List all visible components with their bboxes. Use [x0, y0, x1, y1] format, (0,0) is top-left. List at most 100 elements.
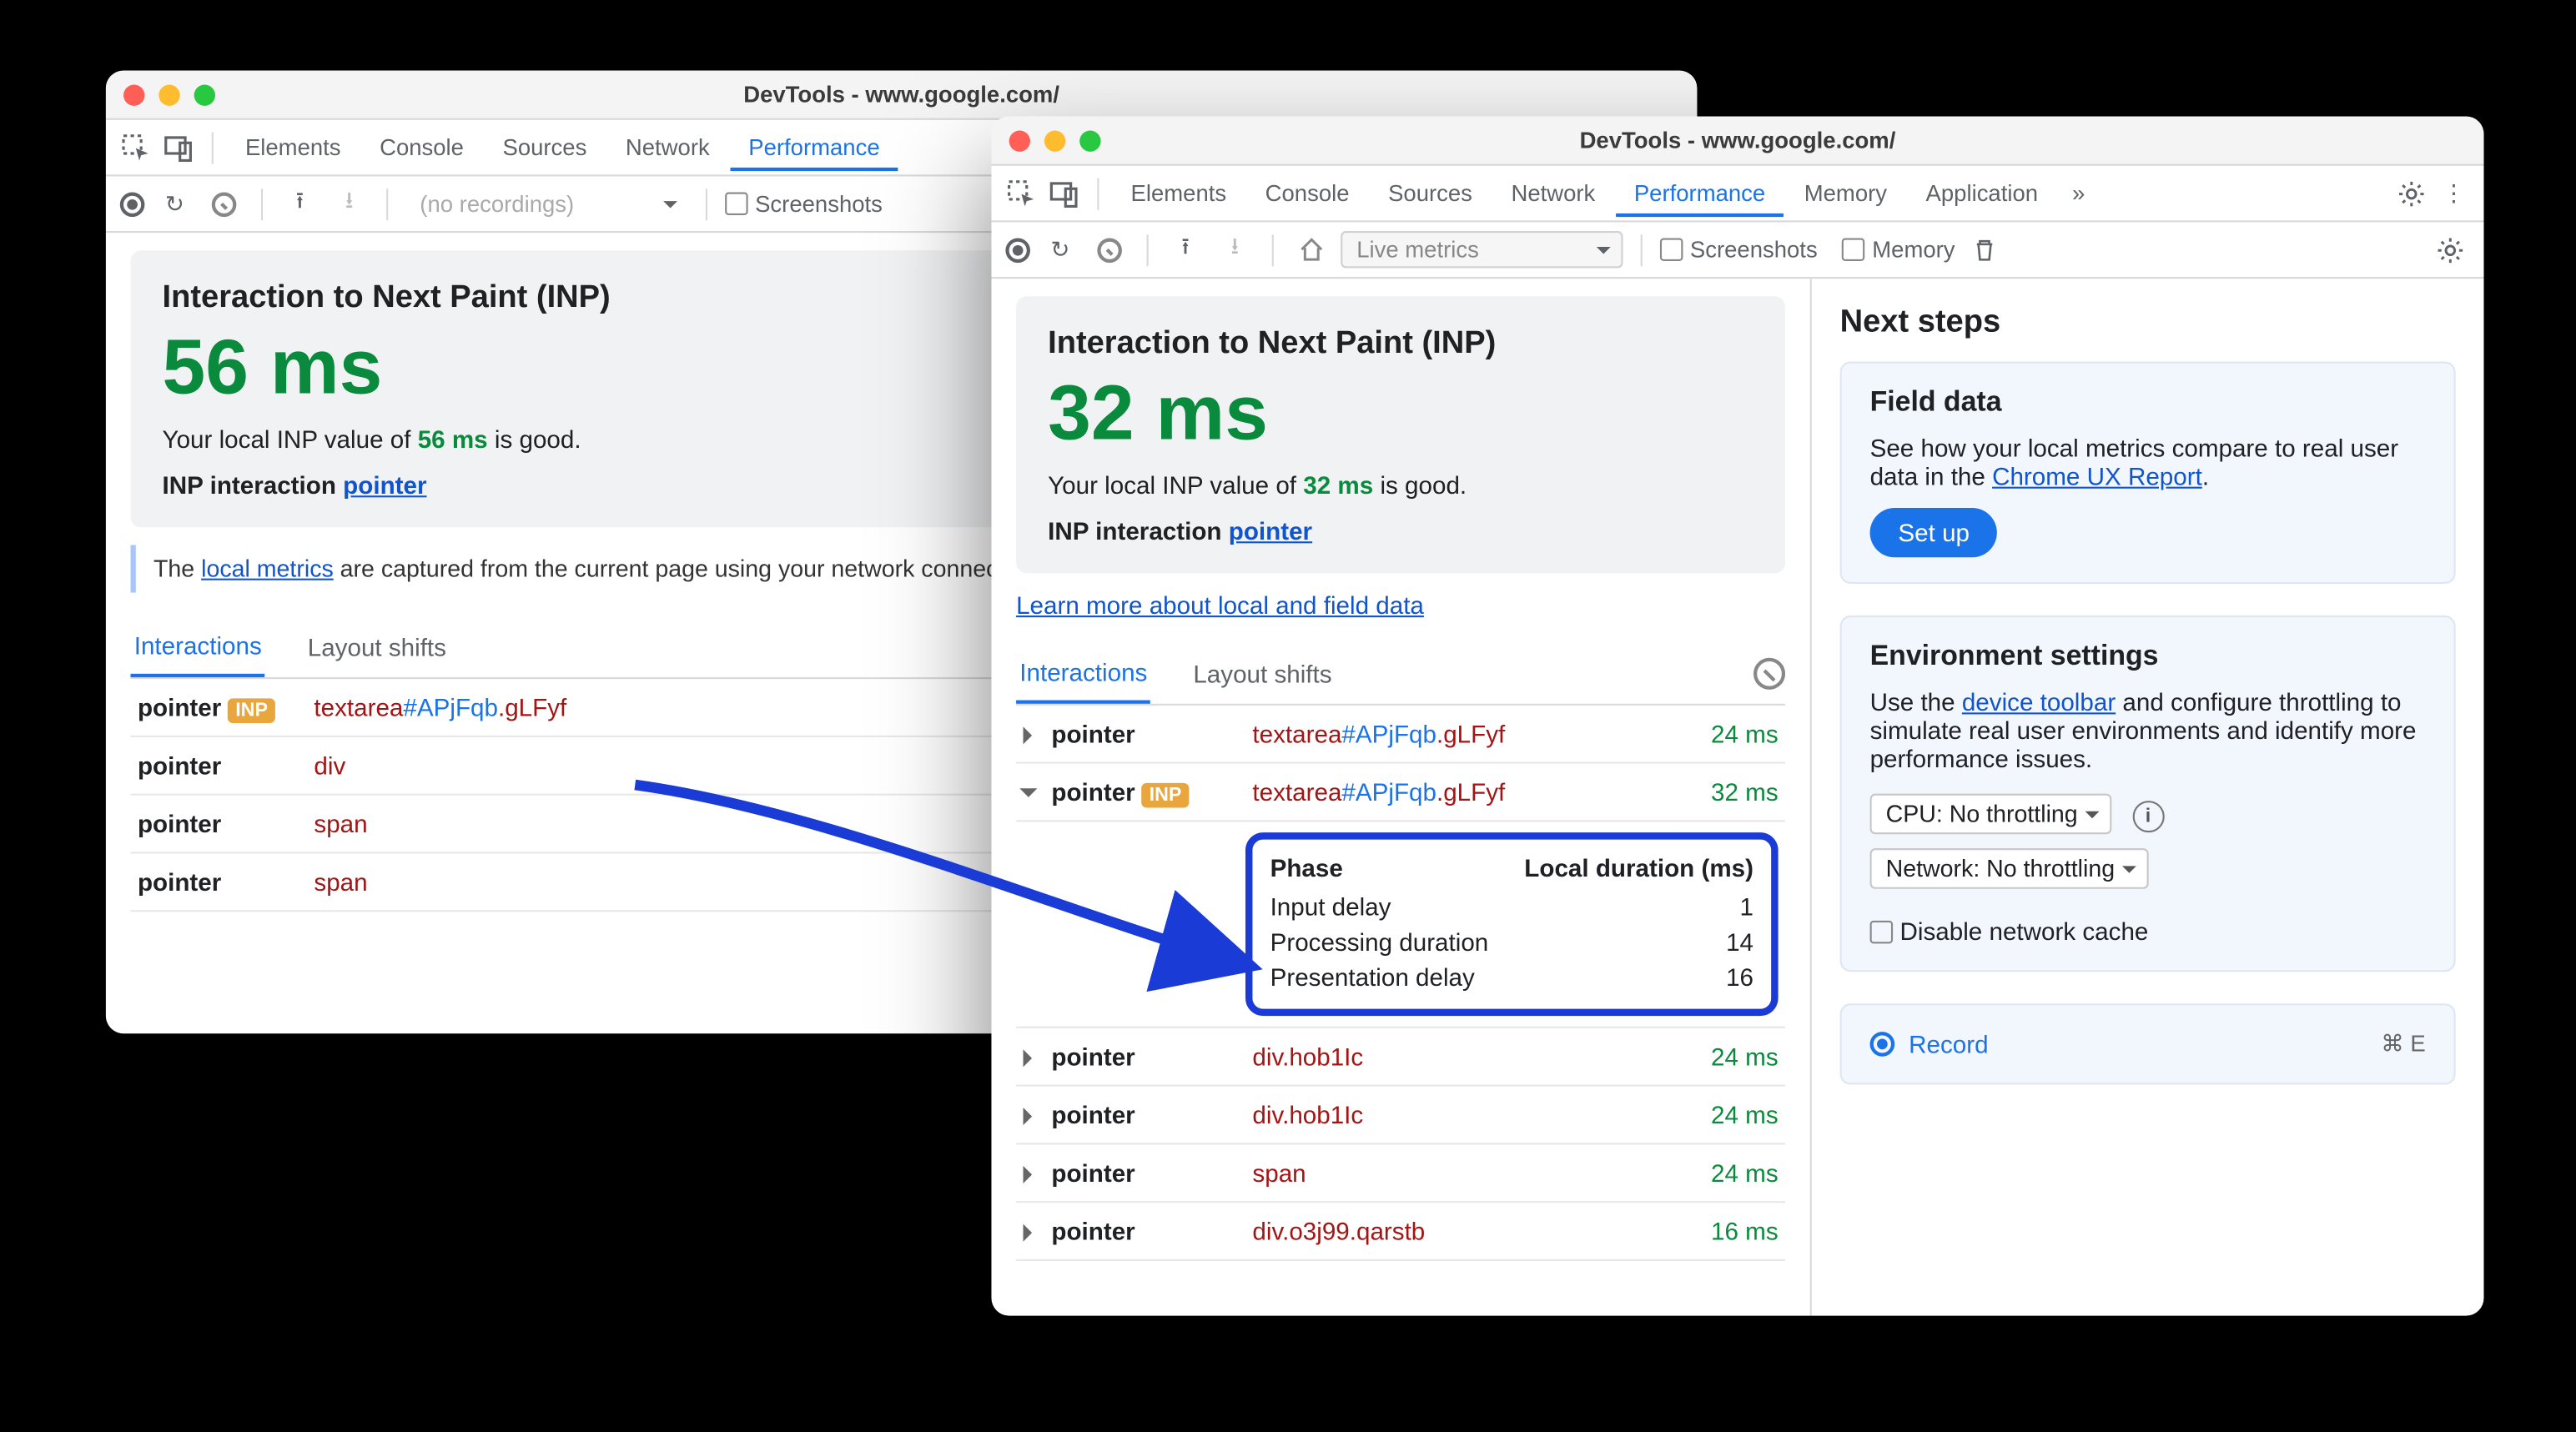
table-row[interactable]: pointer div.o3j99.qarstb 16 ms — [1016, 1203, 1785, 1261]
tab-interactions[interactable]: Interactions — [1016, 645, 1151, 705]
next-steps-panel: Next steps Field data See how your local… — [1810, 279, 2484, 1315]
phase-breakdown: PhaseLocal duration (ms) Input delay1 Pr… — [1245, 833, 1779, 1017]
inspect-icon[interactable] — [117, 128, 156, 167]
inp-badge: INP — [1142, 784, 1189, 809]
record-label[interactable]: Record — [1909, 1030, 1988, 1058]
env-settings-text: Use the device toolbar and configure thr… — [1870, 688, 2426, 773]
zoom-icon[interactable] — [194, 83, 215, 104]
panel-settings-icon[interactable] — [2431, 230, 2470, 269]
learn-more-link[interactable]: Learn more about local and field data — [1016, 591, 1424, 620]
window-title: DevTools - www.google.com/ — [106, 81, 1697, 108]
screenshots-checkbox[interactable]: Screenshots — [725, 190, 883, 217]
setup-button[interactable]: Set up — [1870, 508, 1998, 557]
tab-network[interactable]: Network — [608, 123, 727, 171]
perf-toolbar: ↻ ⭱ ⭳ Live metrics Screenshots Memory — [991, 222, 2483, 279]
recording-select[interactable]: (no recordings) — [405, 187, 687, 220]
tab-application[interactable]: Application — [1908, 169, 2055, 217]
record-card: Record ⌘ E — [1840, 1003, 2456, 1084]
devtools-window-right: DevTools - www.google.com/ Elements Cons… — [991, 117, 2483, 1316]
env-settings-card: Environment settings Use the device tool… — [1840, 616, 2456, 972]
record-icon[interactable] — [1005, 237, 1030, 262]
chevron-right-icon[interactable] — [1024, 1108, 1041, 1126]
screenshots-checkbox[interactable]: Screenshots — [1660, 236, 1818, 263]
local-metrics-link[interactable]: local metrics — [201, 556, 334, 583]
clear-icon[interactable] — [204, 184, 244, 224]
field-data-card: Field data See how your local metrics co… — [1840, 362, 2456, 584]
table-row[interactable]: pointer textarea#APjFqb.gLFyf 24 ms — [1016, 706, 1785, 764]
tab-interactions[interactable]: Interactions — [130, 618, 265, 678]
table-row[interactable]: pointer div.hob1Ic 24 ms — [1016, 1028, 1785, 1087]
trash-icon[interactable] — [1965, 230, 2005, 269]
minimize-icon[interactable] — [1044, 129, 1065, 150]
tab-elements[interactable]: Elements — [1113, 169, 1244, 217]
network-throttle-select[interactable]: Network: No throttling — [1870, 848, 2149, 889]
zoom-icon[interactable] — [1079, 129, 1100, 150]
tab-memory[interactable]: Memory — [1787, 169, 1905, 217]
live-metrics-select[interactable]: Live metrics — [1341, 231, 1623, 268]
tab-console[interactable]: Console — [362, 123, 481, 171]
memory-checkbox[interactable]: Memory — [1842, 236, 1955, 263]
tab-performance[interactable]: Performance — [731, 123, 898, 171]
crux-link[interactable]: Chrome UX Report — [1992, 462, 2202, 490]
reload-icon[interactable]: ↻ — [155, 184, 194, 224]
field-data-title: Field data — [1870, 388, 2426, 420]
table-row[interactable]: pointer span 24 ms — [1016, 1144, 1785, 1203]
clear-icon[interactable] — [1090, 230, 1130, 269]
upload-icon[interactable]: ⭱ — [280, 184, 319, 224]
record-dot-icon[interactable] — [1870, 1032, 1895, 1057]
info-icon[interactable]: i — [2132, 801, 2164, 832]
download-icon[interactable]: ⭳ — [1215, 230, 1255, 269]
env-settings-title: Environment settings — [1870, 642, 2426, 674]
tab-performance[interactable]: Performance — [1617, 169, 1784, 217]
table-row[interactable]: pointer div.hob1Ic 24 ms — [1016, 1086, 1785, 1144]
device-toolbar-icon[interactable] — [158, 128, 198, 167]
tab-network[interactable]: Network — [1493, 169, 1613, 217]
inp-interaction-line: INP interaction pointer — [1048, 517, 1753, 545]
phase-row: PhaseLocal duration (ms) Input delay1 Pr… — [1016, 822, 1785, 1028]
disable-cache-checkbox[interactable]: Disable network cache — [1870, 917, 2426, 946]
chevron-right-icon[interactable] — [1024, 1224, 1041, 1242]
tab-layout-shifts[interactable]: Layout shifts — [304, 620, 450, 676]
tab-layout-shifts[interactable]: Layout shifts — [1190, 646, 1336, 703]
device-toolbar-icon[interactable] — [1044, 173, 1084, 213]
upload-icon[interactable]: ⭱ — [1166, 230, 1205, 269]
minimize-icon[interactable] — [158, 83, 179, 104]
close-icon[interactable] — [1009, 129, 1030, 150]
reload-icon[interactable]: ↻ — [1041, 230, 1080, 269]
inp-title: Interaction to Next Paint (INP) — [1048, 324, 1753, 361]
live-metrics-panel: Interaction to Next Paint (INP) 32 ms Yo… — [991, 279, 1809, 1315]
field-data-text: See how your local metrics compare to re… — [1870, 434, 2426, 490]
inp-value: 32 ms — [1048, 372, 1753, 457]
record-icon[interactable] — [120, 191, 145, 216]
inp-interaction-link[interactable]: pointer — [343, 471, 426, 500]
device-toolbar-link[interactable]: device toolbar — [1962, 688, 2116, 716]
titlebar[interactable]: DevTools - www.google.com/ — [991, 117, 2483, 166]
inp-badge: INP — [229, 699, 275, 724]
tab-sources[interactable]: Sources — [485, 123, 604, 171]
settings-icon[interactable] — [2392, 173, 2432, 213]
download-icon[interactable]: ⭳ — [330, 184, 369, 224]
kebab-icon[interactable]: ⋮ — [2434, 173, 2473, 213]
more-tabs-icon[interactable]: » — [2059, 173, 2098, 213]
interactions-tabs: Interactions Layout shifts — [1016, 645, 1785, 706]
clear-list-icon[interactable] — [1753, 659, 1785, 691]
chevron-right-icon[interactable] — [1024, 727, 1041, 745]
table-row[interactable]: pointerINP textarea#APjFqb.gLFyf 32 ms — [1016, 763, 1785, 822]
inp-card: Interaction to Next Paint (INP) 32 ms Yo… — [1016, 296, 1785, 574]
chevron-right-icon[interactable] — [1024, 1050, 1041, 1068]
tab-console[interactable]: Console — [1248, 169, 1367, 217]
tab-sources[interactable]: Sources — [1371, 169, 1490, 217]
chevron-right-icon[interactable] — [1024, 1167, 1041, 1184]
record-shortcut: ⌘ E — [2381, 1030, 2425, 1058]
inspect-icon[interactable] — [1002, 173, 1041, 213]
home-icon[interactable] — [1291, 230, 1331, 269]
chevron-down-icon[interactable] — [1019, 789, 1037, 806]
titlebar[interactable]: DevTools - www.google.com/ — [106, 71, 1697, 120]
tab-elements[interactable]: Elements — [228, 123, 359, 171]
inp-interaction-link[interactable]: pointer — [1229, 517, 1312, 545]
devtools-tabs: Elements Console Sources Network Perform… — [991, 166, 2483, 223]
cpu-throttle-select[interactable]: CPU: No throttling — [1870, 794, 2111, 835]
window-title: DevTools - www.google.com/ — [991, 127, 2483, 153]
inp-status: Your local INP value of 32 ms is good. — [1048, 471, 1753, 500]
close-icon[interactable] — [123, 83, 144, 104]
